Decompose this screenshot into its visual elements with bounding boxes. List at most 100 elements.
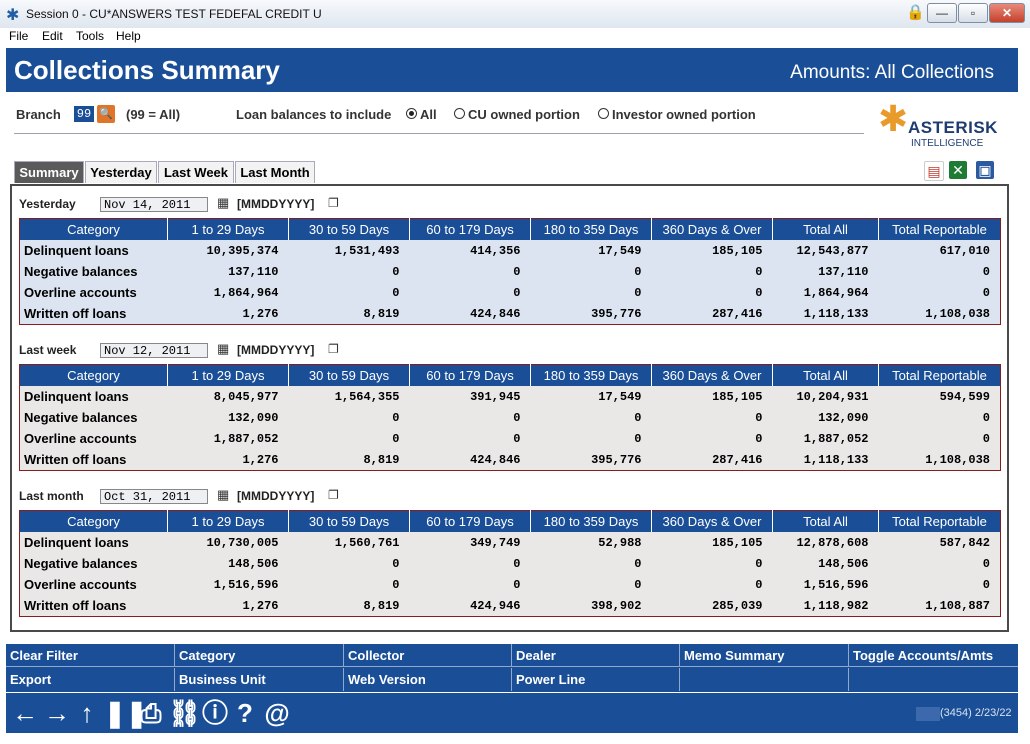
radio-cu-owned[interactable] [454,108,465,119]
link-icon[interactable]: ⛓ [168,697,201,729]
tab-last-week[interactable]: Last Week [158,161,234,183]
cell: 0 [634,285,642,300]
memo-summary-button[interactable]: Memo Summary [680,644,849,667]
up-arrow-icon[interactable]: ↑ [72,697,102,729]
table-row: Written off loans 1,276 8,819 424,846 39… [20,449,1001,471]
business-unit-button[interactable]: Business Unit [175,668,344,691]
date-format-hint: [MMDDYYYY] [237,489,315,503]
menu-tools[interactable]: Tools [76,29,104,43]
menu-edit[interactable]: Edit [42,29,63,43]
cell: 1,118,982 [803,598,869,613]
cell: 424,946 [470,598,521,613]
export-button[interactable]: Export [6,668,175,691]
menu-file[interactable]: File [9,29,28,43]
branch-search-icon[interactable]: 🔍 [97,105,115,123]
power-line-button[interactable]: Power Line [512,668,680,691]
pdf-export-icon[interactable]: ▤ [924,161,944,181]
bottom-toolbar: ← → ↑ ❚❚ ⎙ ⛓ ⓘ ? @ (3454) 2/23/22 [6,693,1018,733]
cell: 185,105 [712,535,763,550]
cell: 10,395,374 [206,243,279,258]
col-1-29: 1 to 29 Days [167,510,289,532]
help-icon[interactable]: ? [230,697,260,729]
cell: 1,516,596 [803,577,869,592]
cell: 395,776 [591,452,642,467]
back-arrow-icon[interactable]: ← [10,697,40,729]
branch-input[interactable]: 99 [74,106,94,122]
save-icon[interactable]: ▣ [976,161,994,179]
row-category: Written off loans [24,306,127,321]
calendar-icon[interactable]: ▦ [217,487,229,503]
col-60-179: 60 to 179 Days [409,364,531,386]
title-bar: ✱ Session 0 - CU*ANSWERS TEST FEDEFAL CR… [0,0,1030,29]
cell: 0 [392,410,400,425]
collector-button[interactable]: Collector [344,644,512,667]
cell: 424,846 [470,306,521,321]
forward-arrow-icon[interactable]: → [42,697,72,729]
date-input-yesterday[interactable]: Nov 14, 2011 [100,197,208,212]
clear-filter-button[interactable]: Clear Filter [6,644,175,667]
cell: 0 [513,577,521,592]
row-category: Delinquent loans [24,243,129,258]
tab-summary[interactable]: Summary [14,161,84,183]
copy-icon[interactable]: ❐ [328,488,339,502]
radio-investor-owned-label[interactable]: Investor owned portion [612,107,756,122]
tab-last-month[interactable]: Last Month [235,161,315,183]
cell: 0 [982,556,990,571]
asterisk-intelligence-logo: ✱ ASTERISK INTELLIGENCE [878,98,998,154]
col-180-359: 180 to 359 Days [530,218,652,240]
filter-divider [14,133,864,134]
date-input-last-month[interactable]: Oct 31, 2011 [100,489,208,504]
table-row: Overline accounts 1,887,052 0 0 0 0 1,88… [20,428,1001,449]
pause-icon[interactable]: ❚❚ [104,697,148,729]
copy-icon[interactable]: ❐ [328,196,339,210]
cell: 1,276 [242,306,279,321]
at-icon[interactable]: @ [262,697,292,729]
date-format-hint: [MMDDYYYY] [237,343,315,357]
date-input-last-week[interactable]: Nov 12, 2011 [100,343,208,358]
cell: 0 [634,264,642,279]
status-text: (3454) 2/23/22 [940,707,1012,719]
table-last-week: Category 1 to 29 Days 30 to 59 Days 60 t… [19,364,1001,471]
cell: 52,988 [598,535,642,550]
toggle-accounts-amts-button[interactable]: Toggle Accounts/Amts [849,644,1018,667]
maximize-button[interactable]: ▫ [958,3,988,23]
table-row: Written off loans 1,276 8,819 424,846 39… [20,303,1001,325]
menu-help[interactable]: Help [116,29,141,43]
lightbulb-icon: ✱ [878,98,909,139]
cell: 0 [513,264,521,279]
radio-cu-owned-label[interactable]: CU owned portion [468,107,580,122]
col-30-59: 30 to 59 Days [288,364,410,386]
cell: 10,730,005 [206,535,279,550]
cell: 0 [755,285,763,300]
branch-label: Branch [16,107,61,122]
cell: 0 [982,577,990,592]
radio-investor-owned[interactable] [598,108,609,119]
row-category: Negative balances [24,556,138,571]
page-subtitle: Amounts: All Collections [790,62,994,83]
cell: 0 [982,264,990,279]
category-button[interactable]: Category [175,644,344,667]
close-button[interactable]: ✕ [989,3,1025,23]
copy-icon[interactable]: ❐ [328,342,339,356]
tab-yesterday[interactable]: Yesterday [85,161,157,183]
col-30-59: 30 to 59 Days [288,510,410,532]
web-version-button[interactable]: Web Version [344,668,512,691]
dealer-button[interactable]: Dealer [512,644,680,667]
calendar-icon[interactable]: ▦ [217,341,229,357]
radio-all-label[interactable]: All [420,107,437,122]
col-60-179: 60 to 179 Days [409,218,531,240]
row-category: Delinquent loans [24,535,129,550]
asterisk-app-icon: ✱ [6,7,20,24]
excel-export-icon[interactable]: ✕ [949,161,967,179]
info-icon[interactable]: ⓘ [200,697,230,729]
section-label-last-week: Last week [19,343,77,357]
minimize-button[interactable]: — [927,3,957,23]
calendar-icon[interactable]: ▦ [217,195,229,211]
cell: 1,276 [242,452,279,467]
cell: 1,276 [242,598,279,613]
print-icon[interactable]: ⎙ [136,697,166,729]
cell: 1,864,964 [803,285,869,300]
cell: 1,516,596 [213,577,279,592]
radio-all[interactable] [406,108,417,119]
cell: 0 [634,431,642,446]
